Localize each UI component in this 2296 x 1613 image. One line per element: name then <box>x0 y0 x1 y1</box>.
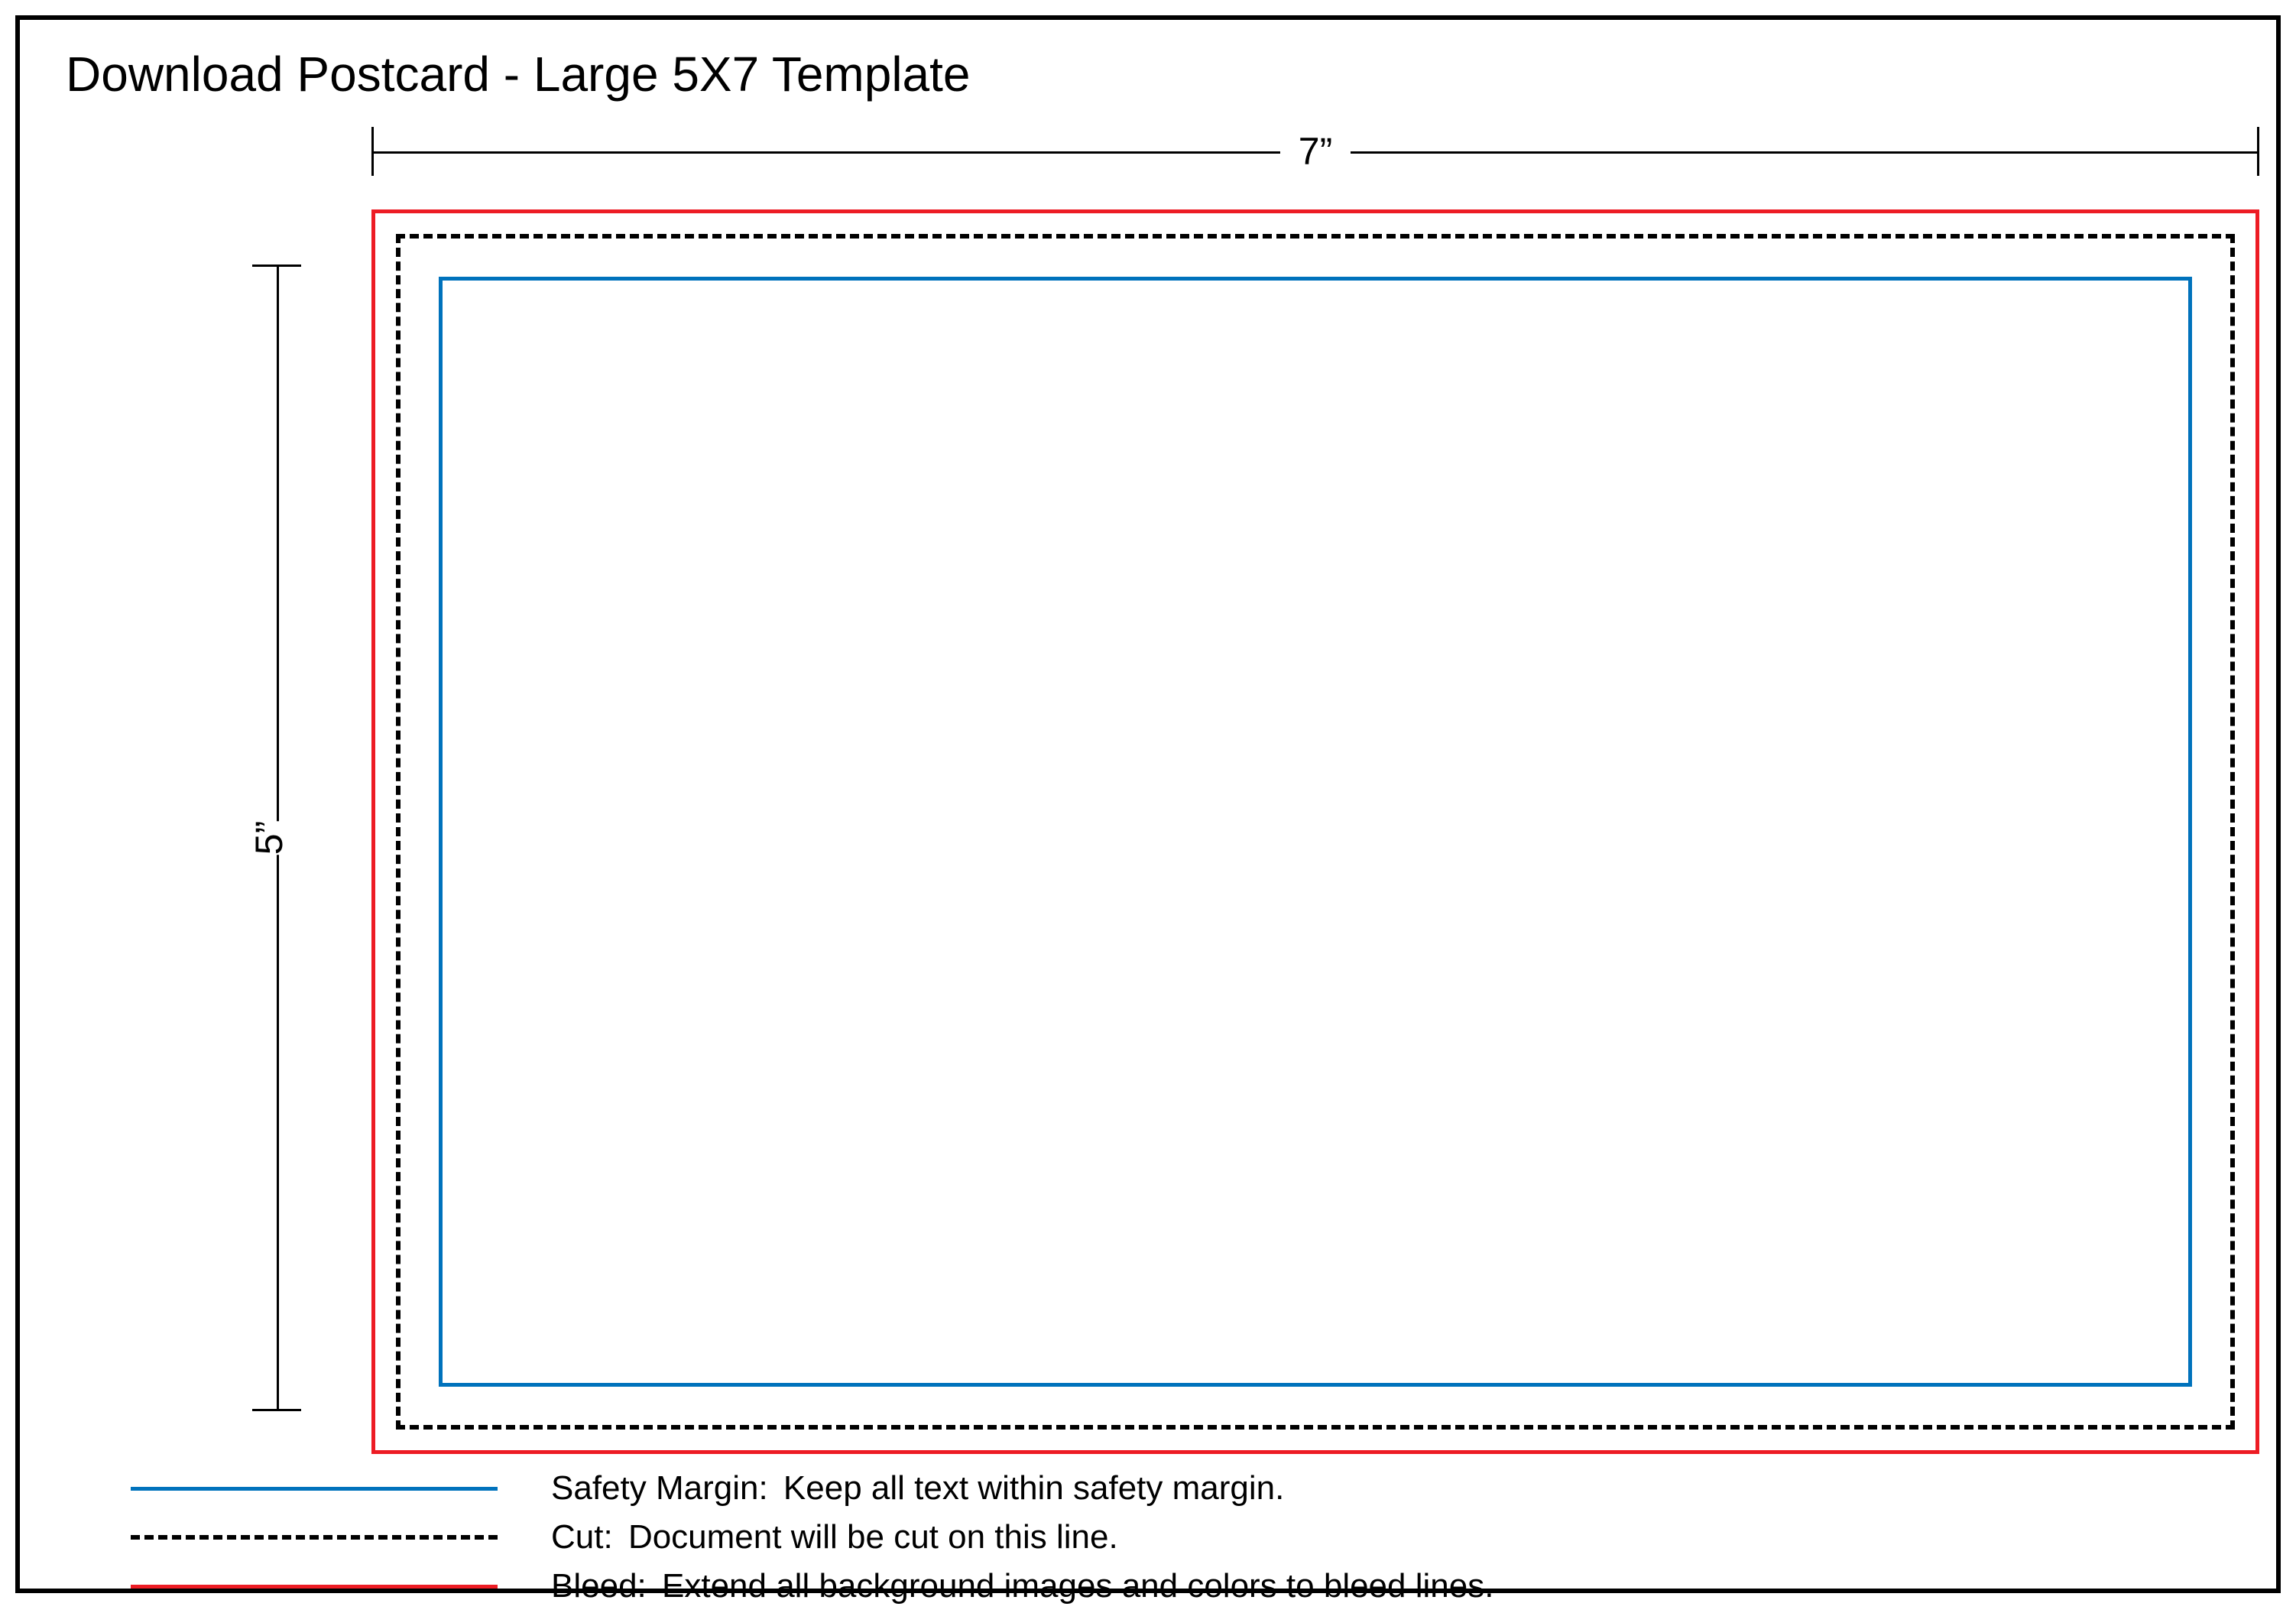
legend-label: Cut: <box>551 1518 613 1556</box>
legend-row-bleed: Bleed: Extend all background images and … <box>131 1564 1493 1608</box>
legend-desc: Document will be cut on this line. <box>628 1518 1118 1556</box>
legend-desc: Keep all text within safety margin. <box>783 1469 1284 1507</box>
legend-swatch-cut-icon <box>131 1535 498 1540</box>
page-title: Download Postcard - Large 5X7 Template <box>66 46 971 102</box>
legend-text-safety: Safety Margin: Keep all text within safe… <box>551 1469 1284 1508</box>
dimension-width-label: 7” <box>1280 127 1351 176</box>
legend-label: Safety Margin: <box>551 1469 768 1507</box>
page-frame: Download Postcard - Large 5X7 Template 7… <box>15 15 2281 1593</box>
legend-text-bleed: Bleed: Extend all background images and … <box>551 1567 1493 1605</box>
legend-label: Bleed: <box>551 1567 647 1605</box>
safety-rect <box>439 277 2192 1387</box>
dimension-height-label: 5” <box>226 821 312 855</box>
dimension-height: 5” <box>252 265 306 1411</box>
legend-row-safety: Safety Margin: Keep all text within safe… <box>131 1466 1493 1511</box>
legend-swatch-safety-icon <box>131 1487 498 1491</box>
dimension-width: 7” <box>371 127 2259 180</box>
legend-swatch-bleed-icon <box>131 1585 498 1589</box>
legend-text-cut: Cut: Document will be cut on this line. <box>551 1518 1118 1556</box>
legend: Safety Margin: Keep all text within safe… <box>131 1466 1493 1613</box>
template-stage <box>371 209 2259 1454</box>
legend-row-cut: Cut: Document will be cut on this line. <box>131 1515 1493 1559</box>
legend-desc: Extend all background images and colors … <box>662 1567 1493 1605</box>
